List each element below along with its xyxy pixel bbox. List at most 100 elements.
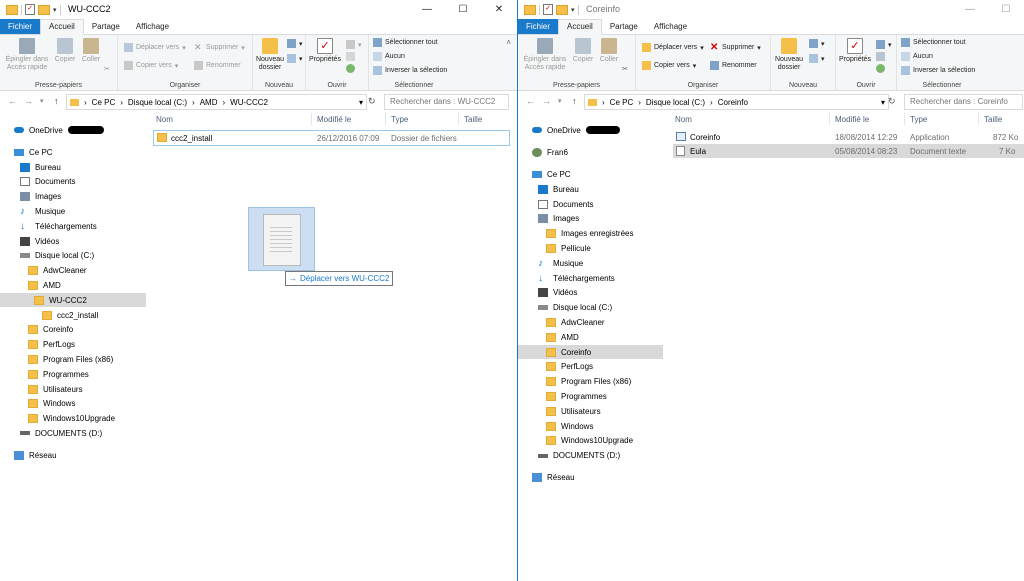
nav-item[interactable]: Réseau	[518, 471, 663, 485]
file-row[interactable]: Eula 05/08/2014 08:23 Document texte 7 K…	[673, 144, 1024, 158]
nav-item[interactable]: Coreinfo	[0, 323, 146, 337]
tab-home[interactable]: Accueil	[40, 19, 84, 35]
properties-button[interactable]: ✓ Propriétés	[838, 38, 872, 64]
delete-button[interactable]: ✕ Supprimer ▾	[194, 43, 245, 52]
edit-icon[interactable]	[346, 52, 355, 61]
breadcrumb-item[interactable]: WU-CCC2	[230, 98, 268, 107]
nav-item[interactable]: Windows	[0, 397, 146, 411]
tab-share[interactable]: Partage	[602, 20, 646, 34]
invert-selection-button[interactable]: Inverser la sélection	[373, 66, 447, 75]
new-folder-qat-icon[interactable]	[556, 4, 568, 15]
recent-icon[interactable]: ▾	[40, 97, 44, 105]
nav-item[interactable]: Pellicule	[518, 241, 663, 255]
select-none-button[interactable]: Aucun	[901, 52, 933, 61]
nav-item[interactable]: Vidéos	[0, 234, 146, 248]
tab-home[interactable]: Accueil	[558, 19, 602, 35]
nav-item[interactable]: Windows10Upgrade	[518, 434, 663, 448]
nav-item[interactable]: WU-CCC2	[0, 293, 146, 308]
nav-item[interactable]: ♪ Musique	[518, 256, 663, 270]
copy-button[interactable]: Copier	[570, 38, 596, 64]
new-folder-qat-icon[interactable]	[38, 4, 50, 15]
history-icon[interactable]	[346, 64, 355, 73]
nav-item[interactable]: OneDrive	[518, 123, 663, 137]
copy-to-button[interactable]: Copier vers ▾	[642, 61, 696, 70]
nav-item[interactable]: Ce PC	[0, 145, 146, 159]
nav-item[interactable]: Vidéos	[518, 286, 663, 300]
customize-qat-icon[interactable]: ▾	[571, 6, 575, 14]
up-icon[interactable]: ↑	[572, 96, 577, 106]
paste-button[interactable]: Coller	[79, 38, 103, 64]
nav-item[interactable]: Disque local (C:)	[518, 301, 663, 315]
maximize-icon[interactable]: ☐	[988, 0, 1024, 18]
address-dropdown-icon[interactable]: ▾	[881, 98, 885, 107]
properties-qat-icon[interactable]: ✓	[25, 4, 35, 15]
cut-icon[interactable]: ✂	[622, 65, 628, 73]
minimize-icon[interactable]: —	[952, 0, 988, 18]
forward-icon[interactable]: →	[24, 96, 33, 106]
nav-item[interactable]: Disque local (C:)	[0, 249, 146, 263]
delete-button[interactable]: ✕ Supprimer ▾	[710, 43, 761, 53]
nav-item[interactable]: Ce PC	[518, 167, 663, 181]
column-name[interactable]: Nom	[675, 115, 692, 124]
nav-item[interactable]: AdwCleaner	[0, 264, 146, 278]
file-row[interactable]: Coreinfo 18/08/2014 12:29 Application 87…	[673, 130, 1024, 144]
nav-item[interactable]: ↓ Téléchargements	[0, 219, 146, 233]
maximize-icon[interactable]: ☐	[445, 0, 481, 18]
open-icon[interactable]: ▾	[876, 40, 892, 49]
address-box[interactable]: › Ce PC › Disque local (C:) › AMD › WU-CCC2…	[66, 94, 367, 110]
address-box[interactable]: › Ce PC › Disque local (C:) › Coreinfo ▾	[584, 94, 889, 110]
new-item-icon[interactable]: ▾	[287, 39, 303, 48]
edit-icon[interactable]	[876, 52, 885, 61]
new-folder-button[interactable]: Nouveau dossier	[773, 38, 805, 72]
back-icon[interactable]: ←	[526, 96, 535, 106]
breadcrumb-item[interactable]: Disque local (C:)	[128, 98, 187, 107]
breadcrumb-item[interactable]: Coreinfo	[718, 98, 748, 107]
tab-file[interactable]: Fichier	[0, 19, 41, 34]
tab-share[interactable]: Partage	[84, 20, 128, 34]
column-type[interactable]: Type	[910, 115, 927, 124]
nav-item[interactable]: Documents	[518, 197, 663, 211]
up-icon[interactable]: ↑	[54, 96, 59, 106]
move-to-button[interactable]: Déplacer vers ▾	[124, 43, 186, 52]
breadcrumb-item[interactable]: Ce PC	[610, 98, 634, 107]
tab-view[interactable]: Affichage	[128, 20, 177, 34]
nav-item[interactable]: ccc2_install	[0, 308, 146, 322]
column-size[interactable]: Taille	[464, 115, 482, 124]
copy-to-button[interactable]: Copier vers ▾	[124, 61, 178, 70]
title-bar[interactable]: ✓ ▾ WU-CCC2 — ☐ ✕	[0, 0, 517, 19]
nav-item[interactable]: DOCUMENTS (D:)	[0, 426, 146, 440]
recent-icon[interactable]: ▾	[558, 97, 562, 105]
open-icon[interactable]: ▾	[346, 40, 362, 49]
title-bar[interactable]: ✓ ▾ Coreinfo — ☐	[518, 0, 1024, 19]
nav-item[interactable]: DOCUMENTS (D:)	[518, 449, 663, 463]
nav-item[interactable]: Windows	[518, 419, 663, 433]
nav-item[interactable]: OneDrive	[0, 123, 146, 137]
nav-item[interactable]: PerfLogs	[518, 360, 663, 374]
nav-item[interactable]: Réseau	[0, 449, 146, 463]
nav-item[interactable]: Program Files (x86)	[518, 375, 663, 389]
nav-item[interactable]: Utilisateurs	[0, 382, 146, 396]
rename-button[interactable]: Renommer	[194, 61, 241, 70]
nav-item[interactable]: Program Files (x86)	[0, 352, 146, 366]
tab-view[interactable]: Affichage	[646, 20, 695, 34]
nav-item[interactable]: AdwCleaner	[518, 315, 663, 329]
nav-item[interactable]: Windows10Upgrade	[0, 412, 146, 426]
properties-qat-icon[interactable]: ✓	[543, 4, 553, 15]
forward-icon[interactable]: →	[542, 96, 551, 106]
nav-item[interactable]: Programmes	[518, 389, 663, 403]
move-to-button[interactable]: Déplacer vers ▾	[642, 43, 704, 52]
nav-item[interactable]: Fran6	[518, 145, 663, 159]
breadcrumb-item[interactable]: Ce PC	[92, 98, 116, 107]
select-all-button[interactable]: Sélectionner tout	[901, 38, 966, 47]
rename-button[interactable]: Renommer	[710, 61, 757, 70]
nav-item[interactable]: Images	[0, 190, 146, 204]
ribbon-collapse-icon[interactable]: ˄	[506, 38, 511, 47]
nav-item[interactable]: Images enregistrées	[518, 227, 663, 241]
pin-button[interactable]: Épingler dans Accès rapide	[522, 38, 568, 72]
nav-item[interactable]: ♪ Musique	[0, 204, 146, 218]
customize-qat-icon[interactable]: ▾	[53, 6, 57, 14]
history-icon[interactable]	[876, 64, 885, 73]
column-modified[interactable]: Modifié le	[835, 115, 869, 124]
tab-file[interactable]: Fichier	[518, 19, 559, 34]
nav-item[interactable]: Coreinfo	[518, 345, 663, 359]
